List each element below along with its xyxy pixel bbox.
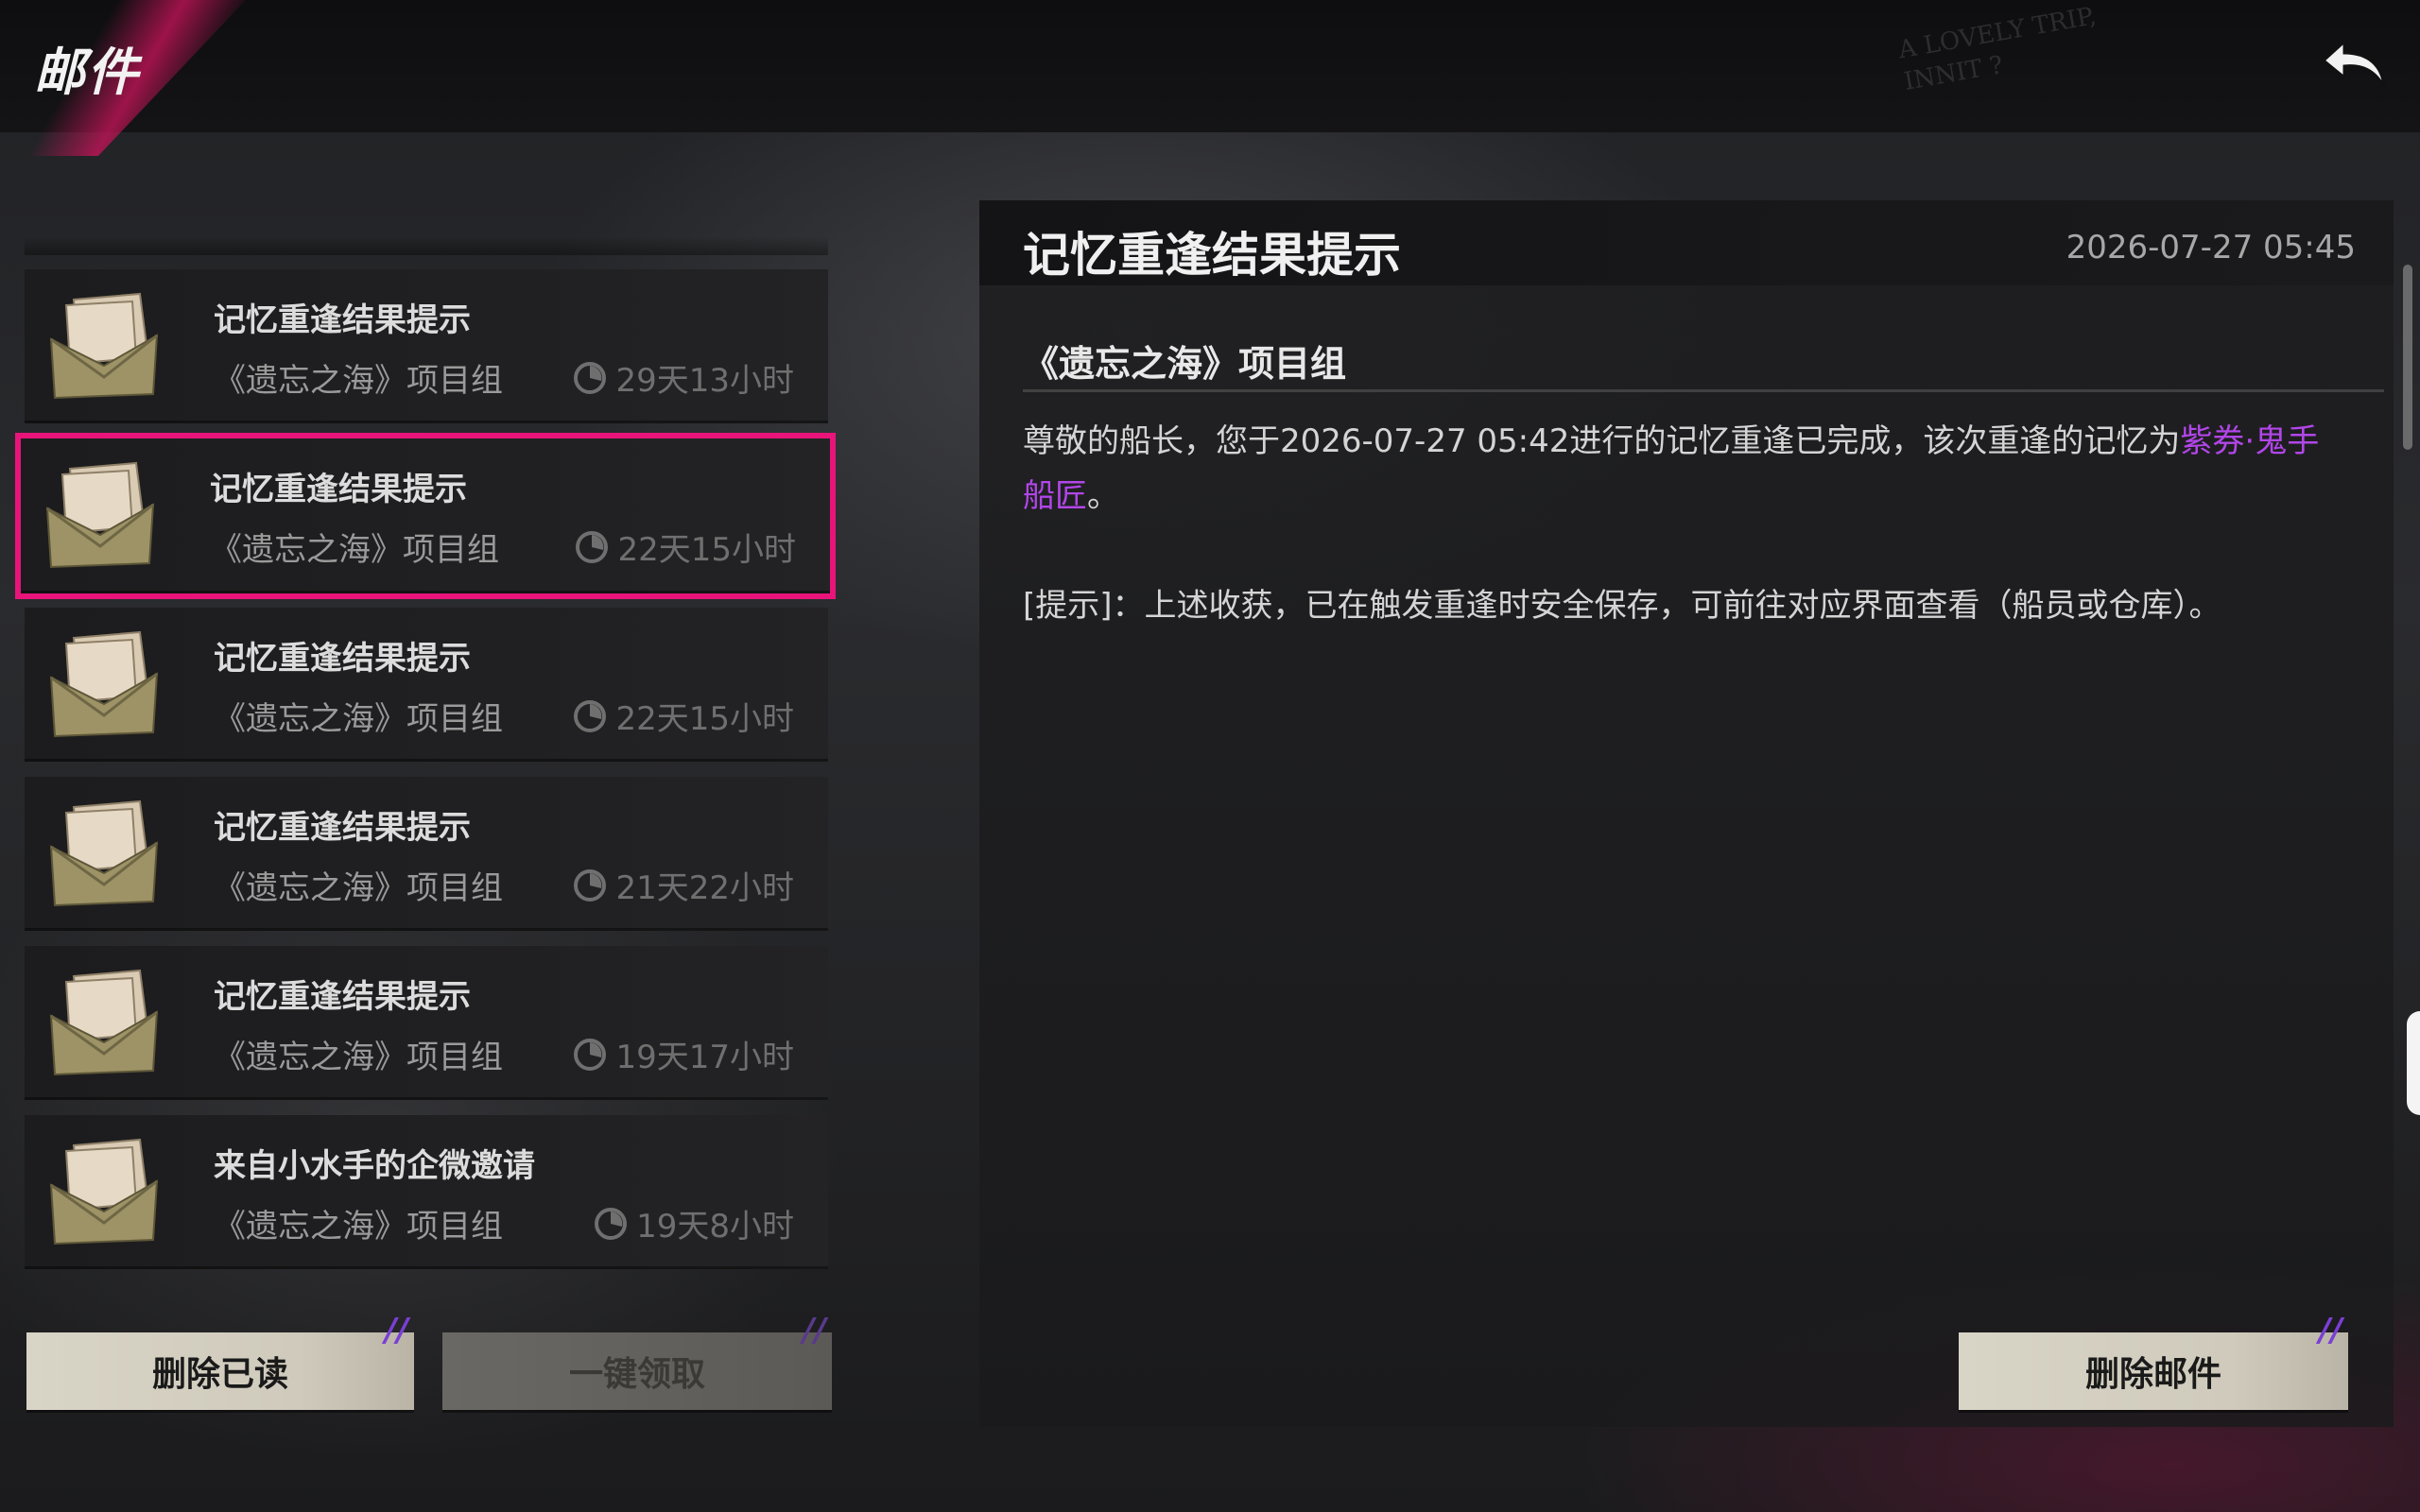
side-tab-handle[interactable] [2407,1011,2420,1115]
slash-decoration-icon: // [803,1312,826,1349]
expiry-text: 22天15小时 [615,700,794,738]
mail-sender: 《遗忘之海》项目组 [214,1039,503,1076]
claim-all-button[interactable]: 一键领取 // [442,1312,832,1410]
mail-list-item[interactable]: 记忆重逢结果提示 《遗忘之海》项目组 21天22小时 [25,777,828,931]
mail-list-item[interactable]: 记忆重逢结果提示 《遗忘之海》项目组 29天13小时 [25,269,828,423]
detail-header: 记忆重逢结果提示 2026-07-27 05:45 [979,200,2394,285]
mail-sender: 《遗忘之海》项目组 [214,1208,503,1246]
mail-list-item[interactable]: 记忆重逢结果提示 《遗忘之海》项目组 22天15小时 [25,608,828,762]
envelope-icon [42,461,160,570]
detail-sender: 《遗忘之海》项目组 [1023,343,1347,385]
envelope-icon [45,1138,164,1246]
slash-decoration-icon: // [385,1312,408,1349]
delete-read-button[interactable]: 删除已读 // [26,1312,414,1410]
mail-sender: 《遗忘之海》项目组 [214,869,503,907]
mail-title: 记忆重逢结果提示 [214,301,471,339]
expiry-text: 29天13小时 [615,362,794,400]
expiry-text: 19天8小时 [636,1208,794,1246]
mail-detail-panel: 记忆重逢结果提示 2026-07-27 05:45 《遗忘之海》项目组 尊敬的船… [979,200,2394,1427]
back-arrow-icon [2321,38,2386,88]
slash-decoration-icon: // [2319,1312,2342,1349]
divider [1023,389,2384,392]
mail-list-item[interactable]: 记忆重逢结果提示 《遗忘之海》项目组 22天15小时 [15,433,836,599]
envelope-icon [45,292,164,401]
clock-icon [574,699,607,732]
clock-icon [595,1207,628,1240]
list-top-shadow [25,236,828,255]
delete-mail-label: 删除邮件 [2084,1355,2221,1394]
mail-title: 记忆重逢结果提示 [214,978,471,1016]
graffiti-text: A LOVELY TRIP, INNIT ? [1896,0,2104,98]
mail-expiry: 22天15小时 [574,524,796,570]
expiry-text: 19天17小时 [615,1039,794,1076]
delete-read-label: 删除已读 [151,1355,288,1394]
claim-all-label: 一键领取 [568,1355,705,1394]
mail-sender: 《遗忘之海》项目组 [210,531,499,569]
delete-mail-button[interactable]: 删除邮件 // [1959,1312,2348,1410]
mail-sender: 《遗忘之海》项目组 [214,700,503,738]
envelope-icon [45,630,164,739]
mail-title: 记忆重逢结果提示 [214,640,471,678]
back-button[interactable] [2318,34,2394,100]
body-text: 尊敬的船长，您于2026-07-27 05:42进行的记忆重逢已完成，该次重逢的… [1023,422,2181,460]
mail-title: 来自小水手的企微邀请 [214,1147,535,1185]
clock-icon [574,361,607,394]
mail-list-item[interactable]: 来自小水手的企微邀请 《遗忘之海》项目组 19天8小时 [25,1115,828,1269]
detail-body: 尊敬的船长，您于2026-07-27 05:42进行的记忆重逢已完成，该次重逢的… [1023,414,2346,688]
clock-icon [576,530,609,563]
mail-expiry: 19天8小时 [593,1200,794,1246]
envelope-icon [45,799,164,908]
mail-expiry: 19天17小时 [572,1031,794,1077]
detail-scrollbar[interactable] [2403,265,2412,450]
mail-title: 记忆重逢结果提示 [210,471,467,508]
mail-list-item[interactable]: 记忆重逢结果提示 《遗忘之海》项目组 19天17小时 [25,946,828,1100]
page-title: 邮件 [34,43,140,102]
mail-sender: 《遗忘之海》项目组 [214,362,503,400]
tip-paragraph: [提示]：上述收获，已在触发重逢时安全保存，可前往对应界面查看（船员或仓库）。 [1023,587,2221,625]
expiry-text: 22天15小时 [617,531,796,569]
mail-expiry: 22天15小时 [572,693,794,739]
body-paragraph: 尊敬的船长，您于2026-07-27 05:42进行的记忆重逢已完成，该次重逢的… [1023,414,2346,524]
detail-date: 2026-07-27 05:45 [2066,229,2356,266]
top-bar: 邮件 A LOVELY TRIP, INNIT ? [0,0,2420,156]
body-text: 。 [1087,477,1119,515]
clock-icon [574,1038,607,1071]
mail-expiry: 21天22小时 [572,862,794,908]
clock-icon [574,868,607,902]
mail-title: 记忆重逢结果提示 [214,809,471,847]
expiry-text: 21天22小时 [615,869,794,907]
detail-title: 记忆重逢结果提示 [1023,228,1401,283]
mail-expiry: 29天13小时 [572,354,794,401]
envelope-icon [45,969,164,1077]
